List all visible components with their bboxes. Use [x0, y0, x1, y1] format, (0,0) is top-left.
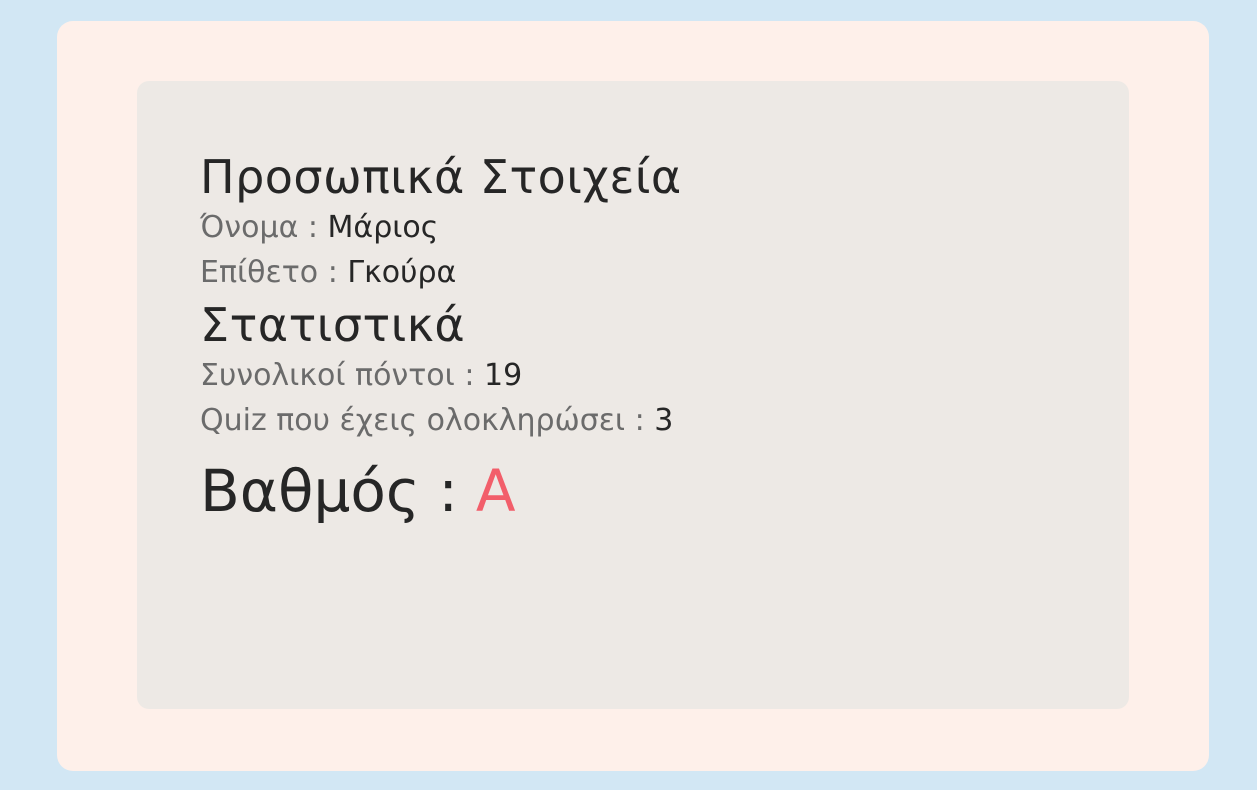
- grade-row: Βαθμός :A: [200, 455, 682, 527]
- statistics-title: Στατιστικά: [200, 298, 466, 352]
- last-name-value: Γκούρα: [347, 255, 457, 290]
- profile-inner-card: Προσωπικά Στοιχεία Όνομα : Μάριος Επίθετ…: [137, 81, 1129, 709]
- last-name-row: Επίθετο : Γκούρα: [200, 250, 682, 295]
- first-name-row: Όνομα : Μάριος: [200, 205, 682, 250]
- total-points-row: Συνολικοί πόντοι : 19: [200, 353, 682, 398]
- quizzes-completed-row: Quiz που έχεις ολοκληρώσει : 3: [200, 398, 682, 443]
- total-points-label: Συνολικοί πόντοι :: [200, 358, 475, 393]
- total-points-value: 19: [484, 358, 523, 393]
- profile-content: Προσωπικά Στοιχεία Όνομα : Μάριος Επίθετ…: [200, 149, 682, 527]
- first-name-label: Όνομα :: [200, 210, 318, 245]
- first-name-value: Μάριος: [327, 210, 439, 245]
- grade-label: Βαθμός :: [200, 457, 458, 525]
- last-name-label: Επίθετο :: [200, 255, 338, 290]
- personal-info-title: Προσωπικά Στοιχεία: [200, 150, 682, 204]
- profile-outer-card: Προσωπικά Στοιχεία Όνομα : Μάριος Επίθετ…: [57, 21, 1209, 771]
- quizzes-completed-value: 3: [654, 403, 674, 438]
- quizzes-completed-label: Quiz που έχεις ολοκληρώσει :: [200, 403, 645, 438]
- grade-value: A: [475, 457, 516, 525]
